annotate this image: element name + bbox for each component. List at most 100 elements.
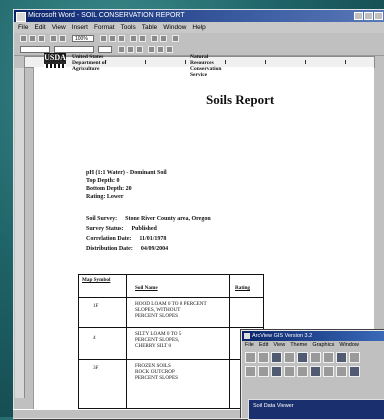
table-icon[interactable] — [151, 35, 158, 42]
gis-identify-icon[interactable] — [258, 366, 269, 377]
redo-icon[interactable] — [139, 35, 146, 42]
gis-pan-icon[interactable] — [297, 366, 308, 377]
gis-zoom-out-icon[interactable] — [284, 366, 295, 377]
menu-help[interactable]: Help — [192, 22, 205, 33]
gis-window: ArcView GIS Version 3.2 File Edit View T… — [241, 330, 384, 420]
menu-view[interactable]: View — [52, 22, 66, 33]
preview-icon[interactable] — [59, 35, 66, 42]
gis-menu-view[interactable]: View — [273, 341, 285, 350]
help-icon[interactable] — [172, 35, 179, 42]
row-symbol: 1F — [93, 303, 99, 309]
field-value: 04/09/2004 — [140, 246, 169, 252]
gis-save-icon[interactable] — [245, 352, 256, 363]
agency-name-left: United States Department of Agriculture — [72, 54, 106, 72]
field-value: Published — [131, 226, 157, 232]
style-dropdown[interactable] — [20, 46, 50, 53]
report-line: Distribution Date: 04/09/2004 — [86, 246, 168, 252]
align-right-icon[interactable] — [166, 46, 173, 53]
report-line: pH (1:1 Water) - Dominant Soil — [86, 170, 167, 176]
word-menu-bar: File Edit View Insert Format Tools Table… — [14, 22, 384, 33]
field-label: Top Depth: 0 — [86, 178, 120, 184]
usda-logo-text: USDA — [44, 53, 66, 62]
report-line: Top Depth: 0 — [86, 178, 119, 184]
new-document-icon[interactable] — [20, 35, 27, 42]
agency-left-line: Agriculture — [72, 66, 100, 72]
maximize-icon[interactable] — [364, 12, 373, 20]
gis-title-bar[interactable]: ArcView GIS Version 3.2 — [242, 331, 384, 341]
gis-layer-icon[interactable] — [271, 352, 282, 363]
print-icon[interactable] — [50, 35, 57, 42]
field-label: Survey Status: — [86, 226, 124, 232]
underline-icon[interactable] — [136, 46, 143, 53]
gis-menu-edit[interactable]: Edit — [259, 341, 268, 350]
gis-table-icon[interactable] — [284, 352, 295, 363]
vertical-ruler[interactable] — [15, 68, 25, 398]
gis-measure-icon[interactable] — [310, 366, 321, 377]
gis-add-theme-icon[interactable] — [258, 352, 269, 363]
copy-icon[interactable] — [109, 35, 116, 42]
report-line: Correlation Date: 11/01/1978 — [86, 236, 166, 242]
gis-label-icon[interactable] — [336, 366, 347, 377]
gis-legend-icon[interactable] — [336, 352, 347, 363]
field-label: Soil Survey: — [86, 216, 118, 222]
row-symbol: 3F — [93, 365, 99, 371]
field-label: Distribution Date: — [86, 246, 133, 252]
agency-right-line: Service — [190, 72, 208, 78]
menu-insert[interactable]: Insert — [72, 22, 88, 33]
columns-icon[interactable] — [160, 35, 167, 42]
soil-name-line: CHERRY SILT 0 — [135, 343, 172, 349]
field-label: Rating: Lower — [86, 194, 124, 200]
word-app-icon[interactable] — [16, 12, 26, 22]
menu-file[interactable]: File — [18, 22, 28, 33]
gis-menu-file[interactable]: File — [245, 341, 254, 350]
report-line: Rating: Lower — [86, 194, 124, 200]
gis-chart-icon[interactable] — [297, 352, 308, 363]
open-icon[interactable] — [29, 35, 36, 42]
align-left-icon[interactable] — [148, 46, 155, 53]
close-icon[interactable] — [374, 12, 383, 20]
panel-title: Soil Data Viewer — [253, 403, 294, 409]
gis-pointer-icon[interactable] — [245, 366, 256, 377]
minimize-icon[interactable] — [354, 12, 363, 20]
window-controls — [354, 12, 383, 20]
gis-hotlink-icon[interactable] — [323, 366, 334, 377]
gis-menu-graphics[interactable]: Graphics — [312, 341, 334, 350]
gis-menu-window[interactable]: Window — [339, 341, 359, 350]
cut-icon[interactable] — [100, 35, 107, 42]
undo-icon[interactable] — [130, 35, 137, 42]
header-map-symbol: Map Symbol — [82, 277, 111, 283]
header-rating: Rating — [235, 285, 250, 291]
save-icon[interactable] — [38, 35, 45, 42]
italic-icon[interactable] — [127, 46, 134, 53]
bold-icon[interactable] — [118, 46, 125, 53]
gis-help-icon[interactable] — [349, 352, 360, 363]
menu-window[interactable]: Window — [163, 22, 186, 33]
gis-menu-bar: File Edit View Theme Graphics Window — [242, 341, 384, 350]
report-line: Soil Survey: Stone River County area, Ore… — [86, 216, 211, 222]
field-value: 11/01/1978 — [139, 236, 167, 242]
menu-table[interactable]: Table — [142, 22, 158, 33]
font-size-dropdown[interactable] — [98, 46, 112, 53]
field-value: Stone River County area, Oregon — [125, 216, 211, 222]
paste-icon[interactable] — [118, 35, 125, 42]
soil-name-line: PERCENT SLOPES — [135, 375, 178, 381]
menu-edit[interactable]: Edit — [34, 22, 45, 33]
gis-query-icon[interactable] — [310, 352, 321, 363]
report-title: Soils Report — [206, 92, 275, 107]
gis-menu-theme[interactable]: Theme — [290, 341, 307, 350]
gis-toolbar — [245, 352, 360, 364]
row-symbol: 4 — [93, 335, 96, 341]
zoom-dropdown[interactable]: 100% — [72, 35, 94, 42]
field-label: Correlation Date: — [86, 236, 132, 242]
menu-format[interactable]: Format — [94, 22, 115, 33]
agency-name-right: Natural Resources Conservation Service — [190, 54, 221, 78]
align-center-icon[interactable] — [157, 46, 164, 53]
row-soil-name: FROZEN SOILS ROCK OUTCROP PERCENT SLOPES — [135, 363, 178, 381]
menu-tools[interactable]: Tools — [121, 22, 136, 33]
gis-locate-icon[interactable] — [323, 352, 334, 363]
word-title-bar[interactable]: Microsoft Word - SOIL CONSERVATION REPOR… — [14, 10, 384, 22]
field-label: pH (1:1 Water) - Dominant Soil — [86, 170, 167, 176]
gis-zoom-in-icon[interactable] — [271, 366, 282, 377]
gis-text-icon[interactable] — [349, 366, 360, 377]
font-dropdown[interactable] — [54, 46, 94, 53]
